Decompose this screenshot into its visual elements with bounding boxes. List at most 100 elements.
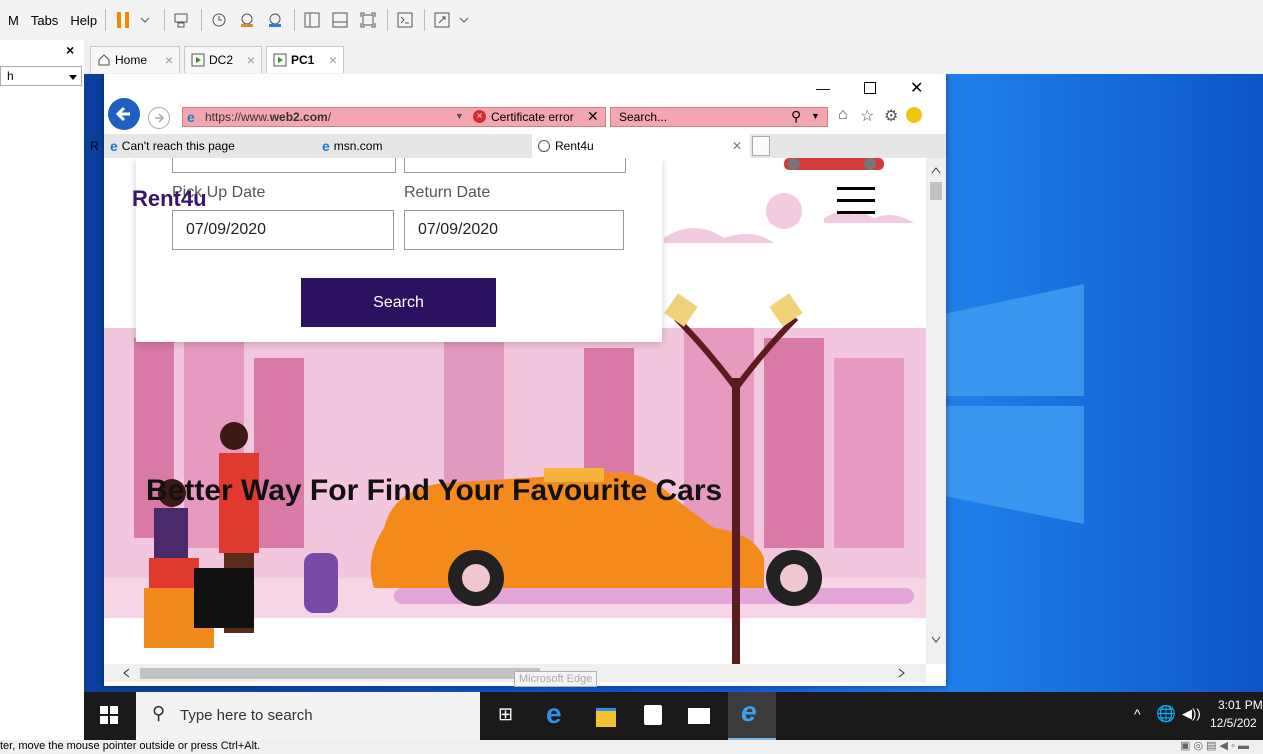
return-date-input[interactable]: 07/09/2020 — [404, 210, 624, 250]
search-button[interactable]: Search — [301, 278, 496, 327]
certificate-error-icon[interactable]: × — [473, 110, 486, 123]
scroll-thumb[interactable] — [140, 668, 540, 679]
minimize-button[interactable]: — — [816, 80, 830, 96]
hero-headline: Better Way For Find Your Favourite Cars — [146, 474, 723, 507]
back-arrow-icon — [115, 106, 130, 122]
toolbar-divider — [294, 9, 296, 31]
stretch-guest-icon[interactable] — [431, 9, 453, 31]
device-status-icons[interactable]: ▣ ◎ ▤ ◀ ◦ ▬ — [1180, 739, 1249, 752]
taskbar-search-box[interactable]: ⚲ Type here to search — [136, 692, 480, 740]
ie-tab-label: Rent4u — [555, 139, 594, 153]
file-explorer-icon[interactable] — [596, 708, 616, 727]
windows-taskbar: ⚲ Type here to search ⊞ e e ^ 🌐 ◀)) 3:01… — [84, 692, 1263, 740]
loading-circle-icon — [538, 140, 550, 152]
close-button[interactable]: ✕ — [910, 78, 923, 98]
windows-start-icon — [100, 706, 118, 724]
brand-logo[interactable]: Rent4u — [132, 186, 207, 212]
snapshot-icon[interactable] — [208, 9, 230, 31]
snapshot-manager-icon[interactable] — [264, 9, 286, 31]
ie-page-icon: e — [110, 138, 118, 154]
maximize-button[interactable] — [864, 82, 876, 94]
taskbar-search-placeholder: Type here to search — [180, 707, 313, 724]
close-icon[interactable]: × — [329, 52, 337, 68]
menu-tabs[interactable]: Tabs — [31, 13, 58, 28]
clock-date[interactable]: 12/5/202 — [1210, 716, 1257, 730]
vm-screen[interactable]: — ✕ e https://www.web2.com/ ▼ × Certific… — [84, 74, 1263, 740]
toolbar-divider — [201, 9, 203, 31]
location-field-top-2[interactable] — [404, 158, 626, 173]
vm-tab-label: PC1 — [291, 53, 315, 67]
console-view-icon[interactable] — [394, 9, 416, 31]
address-bar[interactable]: e https://www.web2.com/ ▼ × Certificate … — [182, 107, 606, 127]
new-tab-button[interactable] — [752, 136, 770, 156]
favorites-star-icon[interactable]: ☆ — [860, 106, 874, 126]
chevron-down-icon[interactable]: ▼ — [811, 111, 820, 121]
send-ctrl-alt-del-icon[interactable] — [171, 9, 193, 31]
chevron-down-icon[interactable] — [931, 636, 941, 644]
ie-tab-cant-reach[interactable]: e Can't reach this page — [104, 134, 310, 158]
ie-titlebar: — ✕ e https://www.web2.com/ ▼ × Certific… — [104, 74, 946, 132]
location-field-top[interactable] — [172, 158, 396, 173]
smiley-feedback-icon[interactable] — [906, 107, 922, 123]
task-view-icon[interactable]: ⊞ — [498, 704, 513, 725]
edge-icon[interactable]: e — [546, 698, 562, 730]
library-pane: × h — [0, 40, 85, 740]
pickup-date-input[interactable]: 07/09/2020 — [172, 210, 394, 250]
library-close-icon[interactable]: × — [66, 42, 74, 58]
start-button[interactable] — [100, 706, 118, 727]
ie-tab-rent4u[interactable]: Rent4u ✕ — [532, 134, 750, 158]
store-icon[interactable] — [644, 705, 662, 725]
search-icon: ⚲ — [152, 703, 166, 723]
show-library-icon[interactable] — [301, 9, 323, 31]
hamburger-menu-icon[interactable] — [837, 185, 875, 215]
tray-chevron-up-icon[interactable]: ^ — [1134, 706, 1141, 722]
vm-tab-bar: Home × DC2 × PC1 × — [84, 40, 1263, 74]
chevron-down-icon[interactable] — [68, 71, 78, 85]
volume-icon[interactable]: ◀)) — [1182, 706, 1201, 722]
chevron-down-icon[interactable] — [453, 9, 475, 31]
fullscreen-icon[interactable] — [357, 9, 379, 31]
close-icon[interactable]: × — [247, 52, 255, 68]
close-icon[interactable]: ✕ — [587, 108, 599, 125]
scroll-thumb[interactable] — [930, 182, 942, 200]
ie-search-input[interactable]: Search... ⚲ ▼ — [610, 107, 828, 127]
home-icon[interactable]: ⌂ — [838, 106, 848, 124]
vm-tab-dc2[interactable]: DC2 × — [184, 46, 262, 73]
vm-tab-label: Home — [115, 53, 148, 67]
network-icon[interactable]: 🌐 — [1156, 704, 1176, 724]
ie-tab-bar: R e Can't reach this page e msn.com Rent… — [90, 134, 946, 159]
chevron-down-icon[interactable] — [134, 9, 156, 31]
back-button[interactable] — [108, 98, 140, 130]
vm-tab-pc1[interactable]: PC1 × — [266, 46, 344, 73]
tab-prefix-text: R — [90, 139, 99, 153]
chevron-right-icon[interactable] — [898, 668, 906, 678]
menu-vm[interactable]: M — [8, 13, 19, 28]
search-icon[interactable]: ⚲ — [791, 108, 801, 125]
dropdown-icon[interactable]: ▼ — [455, 111, 464, 121]
rent4u-page[interactable]: Pick Up Date Return Date 07/09/2020 07/0… — [104, 158, 926, 664]
vm-tab-label: DC2 — [209, 53, 234, 67]
menu-help[interactable]: Help — [70, 13, 97, 28]
clock-time[interactable]: 3:01 PM — [1218, 698, 1263, 712]
gear-icon[interactable]: ⚙ — [884, 106, 898, 126]
close-icon[interactable]: ✕ — [732, 139, 742, 153]
revert-snapshot-icon[interactable] — [236, 9, 258, 31]
vm-tab-home[interactable]: Home × — [90, 46, 180, 73]
ie-page-icon: e — [187, 109, 195, 125]
internet-explorer-icon[interactable]: e — [728, 692, 776, 740]
ie-window: — ✕ e https://www.web2.com/ ▼ × Certific… — [90, 74, 946, 686]
chevron-up-icon[interactable] — [931, 166, 941, 174]
booking-card: Pick Up Date Return Date 07/09/2020 07/0… — [136, 158, 662, 342]
pause-icon[interactable] — [112, 9, 134, 31]
status-hint: ter, move the mouse pointer outside or p… — [0, 740, 261, 752]
forward-button[interactable] — [148, 107, 170, 129]
mail-icon[interactable] — [688, 708, 710, 724]
certificate-error-label[interactable]: Certificate error — [491, 110, 574, 124]
vertical-scrollbar[interactable] — [926, 158, 946, 664]
close-icon[interactable]: × — [165, 52, 173, 68]
library-search-input[interactable]: h — [0, 66, 82, 86]
thumbnail-bar-icon[interactable] — [329, 9, 351, 31]
chevron-left-icon[interactable] — [122, 668, 130, 678]
ie-tab-label: Can't reach this page — [121, 139, 235, 153]
ie-tab-msn[interactable]: e msn.com — [316, 134, 528, 158]
